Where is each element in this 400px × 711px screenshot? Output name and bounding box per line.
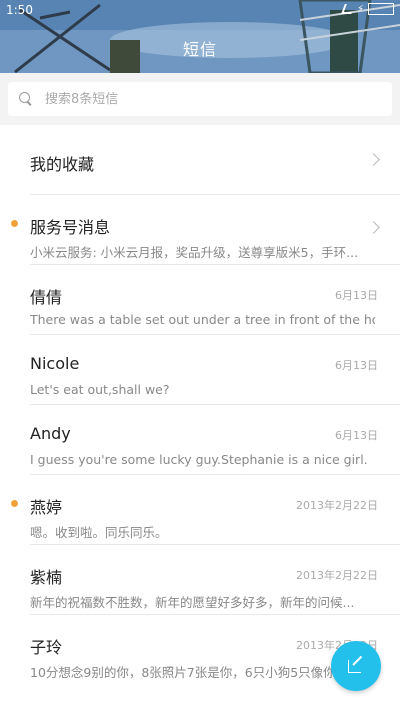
favorites-label: 我的收藏	[30, 155, 95, 174]
search-icon	[19, 92, 33, 106]
conversation-name: Andy	[30, 424, 71, 443]
conversation-date: 6月13日	[335, 429, 378, 442]
unread-dot-icon	[11, 220, 18, 227]
search-box[interactable]	[8, 82, 392, 116]
conversation-item[interactable]: 燕婷 2013年2月22日 嗯。收到啦。同乐同乐。	[11, 475, 400, 545]
conversation-list: 我的收藏 服务号消息 小米云服务: 小米云月报，奖品升级，送尊享版米5，手环..…	[0, 125, 400, 685]
chevron-right-icon	[367, 153, 380, 166]
conversation-item-service[interactable]: 服务号消息 小米云服务: 小米云月报，奖品升级，送尊享版米5，手环...	[11, 195, 400, 265]
conversation-name: Nicole	[30, 354, 80, 373]
conversation-preview: There was a table set out under a tree i…	[30, 312, 375, 327]
conversation-preview: 10分想念9别的你，8张照片7张是你，6只小狗5只像你	[30, 665, 336, 680]
unread-dot-icon	[11, 500, 18, 507]
conversation-name: 服务号消息	[30, 218, 111, 237]
conversation-item[interactable]: Andy 6月13日 I guess you're some lucky guy…	[30, 405, 400, 475]
conversation-date: 2013年2月22日	[296, 569, 378, 582]
conversation-name: 燕婷	[30, 498, 63, 517]
conversation-preview: 新年的祝福数不胜数，新年的愿望好多好多，新年的问候...	[30, 595, 355, 610]
conversation-name: 紫楠	[30, 568, 63, 587]
conversation-item[interactable]: 紫楠 2013年2月22日 新年的祝福数不胜数，新年的愿望好多好多，新年的问候.…	[30, 545, 400, 615]
page-title: 短信	[182, 40, 217, 59]
compose-button[interactable]	[331, 641, 381, 691]
status-icons: ⚡	[341, 3, 394, 15]
conversation-item[interactable]: Nicole 6月13日 Let's eat out,shall we?	[30, 335, 400, 405]
chevron-right-icon	[367, 221, 380, 234]
compose-icon	[348, 655, 364, 674]
favorites-item[interactable]: 我的收藏	[30, 125, 400, 195]
conversation-date: 6月13日	[335, 359, 378, 372]
charging-icon: ⚡	[356, 3, 364, 15]
search-input[interactable]	[45, 91, 345, 107]
conversation-preview: 嗯。收到啦。同乐同乐。	[30, 525, 168, 540]
status-time: 1:50	[6, 3, 33, 17]
conversation-name: 子玲	[30, 638, 63, 657]
conversation-preview: Let's eat out,shall we?	[30, 382, 170, 397]
header: 1:50 ⚡ 短信	[0, 0, 400, 73]
conversation-date: 2013年2月22日	[296, 499, 378, 512]
search-bar	[0, 73, 400, 125]
conversation-preview: I guess you're some lucky guy.Stephanie …	[30, 452, 368, 467]
conversation-name: 倩倩	[30, 288, 63, 307]
conversation-item[interactable]: 倩倩 6月13日 There was a table set out under…	[30, 265, 400, 335]
signal-icon	[341, 4, 355, 14]
status-bar: 1:50 ⚡	[0, 0, 400, 24]
battery-icon	[368, 3, 394, 15]
conversation-preview: 小米云服务: 小米云月报，奖品升级，送尊享版米5，手环...	[30, 245, 359, 260]
conversation-date: 6月13日	[335, 289, 378, 302]
